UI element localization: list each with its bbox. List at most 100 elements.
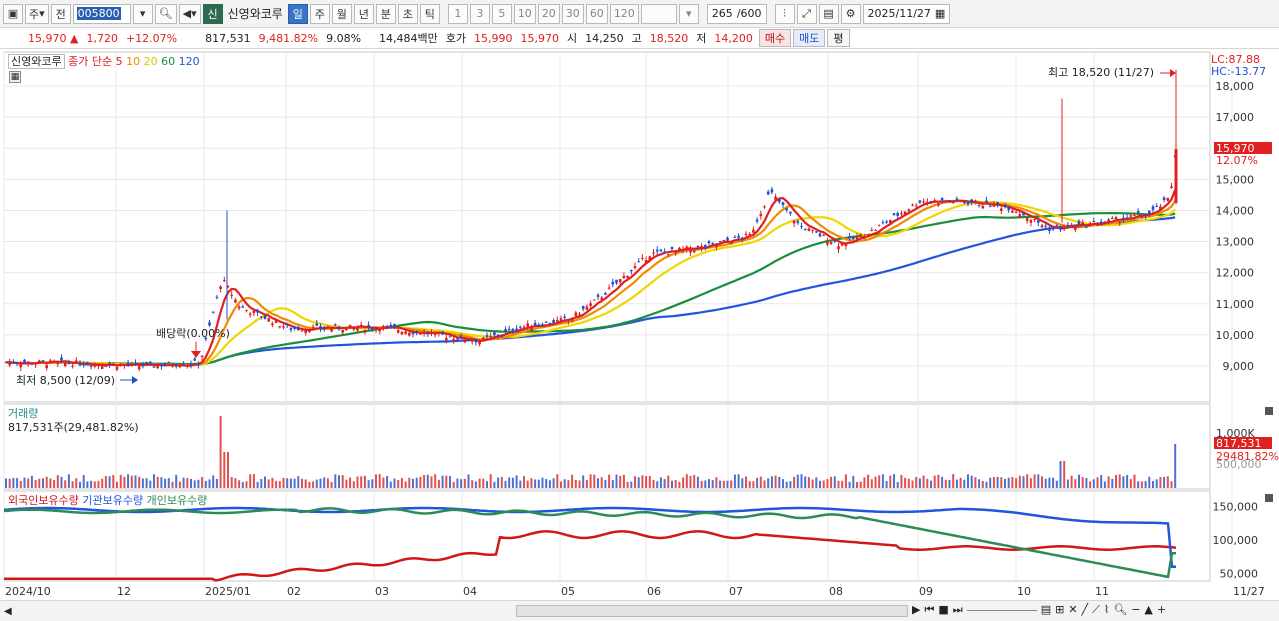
count-input[interactable]: 265/600 [706, 3, 767, 24]
interval-5[interactable]: 5 [491, 3, 512, 24]
fast-forward-icon[interactable]: ⏭ [953, 603, 963, 617]
volume-bar [582, 475, 585, 488]
trend-tool-icon[interactable]: ⟋ [1092, 603, 1100, 617]
volume-bar [878, 475, 881, 488]
window-menu-icon[interactable]: ▣ [3, 3, 23, 24]
draw-tool-icon[interactable]: ⤢ [796, 3, 817, 24]
line-tool-icon[interactable]: ╱ [1082, 603, 1089, 617]
split-icon[interactable]: ⊞ [1055, 603, 1064, 617]
plus-icon[interactable]: + [1157, 603, 1166, 617]
search-icon[interactable]: 🔍︎ [154, 3, 177, 24]
legend-individual[interactable]: 개인보유수량 [147, 494, 208, 507]
candle-body [726, 237, 729, 241]
period-day[interactable]: 일 [287, 3, 308, 24]
candle-body [267, 318, 270, 322]
price-legend: 신영와코루 종가 단순 5 10 20 60 120 [8, 53, 200, 69]
volume-bar [893, 474, 895, 488]
scroll-thumb[interactable] [516, 605, 908, 617]
volume-bar [822, 480, 825, 488]
legend-ma-label[interactable]: 종가 단순 [68, 55, 112, 68]
market-label: 주 [29, 7, 40, 21]
candle-body [459, 335, 463, 337]
zoom-out-icon[interactable]: 🔍︎ [1113, 603, 1127, 617]
interval-dropdown-icon[interactable]: ▾ [678, 3, 699, 24]
candle-body [189, 363, 193, 365]
holdings-panel-close-icon[interactable] [1265, 494, 1273, 502]
settings-icon[interactable]: ⚙ [840, 3, 861, 24]
low-price: 14,200 [714, 31, 753, 45]
period-tick[interactable]: 틱 [419, 3, 440, 24]
scroll-right-icon[interactable]: ▶ [912, 603, 920, 617]
save-icon[interactable]: ▤ [818, 3, 839, 24]
period-minute[interactable]: 분 [375, 3, 396, 24]
x-axis-label: 2024/10 [5, 585, 51, 598]
chart-type-icon[interactable]: ⫶ [774, 3, 795, 24]
layout-icon[interactable]: ▤ [1041, 603, 1051, 617]
speaker-icon[interactable]: ◀︎▾ [178, 3, 201, 24]
legend-foreign[interactable]: 외국인보유수량 [8, 494, 79, 507]
interval-3[interactable]: 3 [469, 3, 490, 24]
stock-code-input[interactable]: 005800 [72, 3, 131, 24]
eval-button[interactable]: 평 [827, 29, 850, 47]
rewind-icon[interactable]: ⏮ [924, 603, 934, 617]
candle-body [1044, 225, 1047, 227]
interval-30[interactable]: 30 [561, 3, 584, 24]
volume-bar [756, 477, 759, 488]
candle-body [759, 213, 763, 217]
candle-body [193, 358, 196, 361]
candle-body [30, 363, 34, 365]
candle-body [1062, 225, 1066, 229]
sell-button[interactable]: 매도 [793, 29, 826, 47]
legend-ma-10: 10 [126, 55, 141, 68]
volume-bar [663, 479, 666, 488]
interval-10[interactable]: 10 [513, 3, 536, 24]
zoom-slider[interactable] [966, 603, 1037, 611]
candle-body [63, 362, 67, 367]
candle-body [1088, 223, 1092, 225]
volume-bar [615, 474, 618, 488]
legend-institution[interactable]: 기관보유수량 [82, 494, 143, 507]
interval-60[interactable]: 60 [585, 3, 608, 24]
volume-bar [719, 480, 722, 488]
buy-button[interactable]: 매수 [758, 29, 792, 47]
volume-bar [526, 480, 529, 488]
volume-bar [267, 479, 270, 488]
period-month[interactable]: 월 [331, 3, 352, 24]
volume-bar [856, 481, 858, 488]
volume-bar [160, 477, 163, 488]
candle-body [622, 275, 626, 279]
period-second[interactable]: 초 [397, 3, 418, 24]
fib-tool-icon[interactable]: ⌇ [1104, 603, 1109, 617]
volume-bar [145, 478, 148, 488]
interval-1[interactable]: 1 [447, 3, 468, 24]
period-week[interactable]: 주 [309, 3, 330, 24]
interval-20[interactable]: 20 [537, 3, 560, 24]
prev-button[interactable]: 전 [50, 3, 71, 24]
legend-stock-name[interactable]: 신영와코루 [8, 54, 65, 69]
candle-body [330, 328, 333, 332]
volume-bar [622, 474, 625, 488]
open-label: 시 [567, 32, 578, 45]
period-year[interactable]: 년 [353, 3, 374, 24]
scroll-left-icon[interactable]: ◀ [4, 606, 14, 617]
stock-chart[interactable]: 18,00017,00016,00015,00014,00013,00012,0… [0, 50, 1279, 600]
up-icon[interactable]: ▲ [1144, 603, 1152, 617]
market-select[interactable]: 주 ▾ [25, 3, 49, 24]
volume-bar [941, 476, 944, 488]
date-input[interactable]: 2025/11/27 ▦ [862, 3, 951, 24]
candle-body [1162, 197, 1166, 200]
code-dropdown-icon[interactable]: ▾ [132, 3, 153, 24]
crosshair-icon[interactable]: ✕ [1068, 603, 1077, 617]
stop-icon[interactable]: ■ [938, 603, 948, 617]
calculator-icon[interactable]: ▦ [9, 71, 21, 83]
interval-120[interactable]: 120 [609, 3, 639, 24]
volume-panel-close-icon[interactable] [1265, 407, 1273, 415]
candle-body [1007, 206, 1010, 210]
volume-bar [278, 481, 281, 488]
volume-bar [378, 474, 381, 488]
candle-body [1129, 215, 1133, 217]
minus-icon[interactable]: − [1131, 603, 1140, 617]
candle-body [245, 309, 248, 311]
volume-bar [1126, 475, 1129, 488]
interval-custom-input[interactable] [640, 3, 677, 24]
